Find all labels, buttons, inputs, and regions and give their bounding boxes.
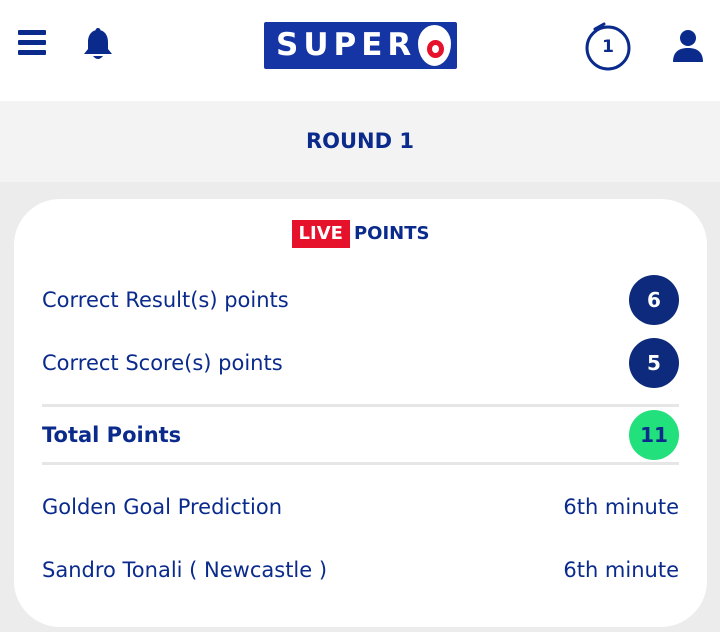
round-title: ROUND 1 (0, 101, 720, 182)
correct-score-label: Correct Score(s) points (42, 351, 283, 375)
user-icon[interactable] (672, 29, 704, 63)
live-points-heading: LIVE POINTS (14, 220, 707, 250)
correct-score-points: 5 (629, 338, 679, 388)
header: SUPER 1 (0, 0, 720, 101)
menu-icon[interactable] (18, 30, 46, 58)
round-number-badge: 1 (602, 37, 614, 57)
live-points-card: LIVE POINTS Correct Result(s) points 6 Co… (14, 199, 707, 627)
total-points-value: 11 (629, 410, 679, 460)
live-badge: LIVE (291, 220, 350, 248)
scorer-row: Sandro Tonali ( Newcastle ) 6th minute (42, 545, 679, 595)
total-points-label: Total Points (42, 423, 182, 447)
super6-logo[interactable]: SUPER (264, 22, 457, 69)
points-heading-label: POINTS (353, 223, 430, 244)
divider (42, 404, 679, 407)
correct-result-label: Correct Result(s) points (42, 288, 289, 312)
golden-goal-value: 6th minute (563, 495, 679, 519)
golden-goal-row: Golden Goal Prediction 6th minute (42, 482, 679, 532)
scorer-value: 6th minute (563, 558, 679, 582)
correct-result-row: Correct Result(s) points 6 (42, 275, 679, 325)
bell-icon[interactable] (80, 28, 116, 62)
divider (42, 462, 679, 465)
correct-score-row: Correct Score(s) points 5 (42, 338, 679, 388)
logo-six-mark (418, 25, 451, 66)
total-points-row: Total Points 11 (42, 410, 679, 460)
logo-text: SUPER (276, 27, 417, 63)
golden-goal-label: Golden Goal Prediction (42, 495, 283, 519)
correct-result-points: 6 (629, 275, 679, 325)
scorer-label: Sandro Tonali ( Newcastle ) (42, 558, 328, 582)
